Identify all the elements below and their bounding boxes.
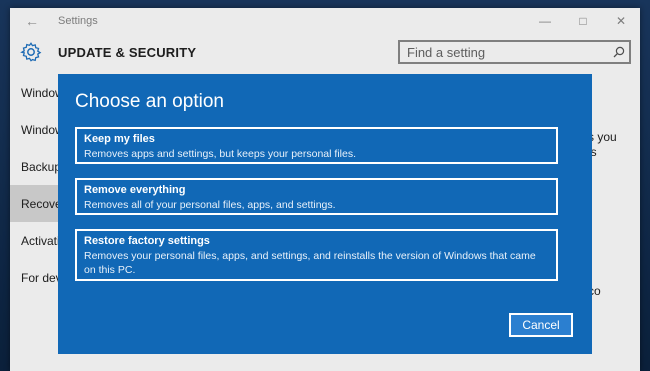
option-title: Remove everything xyxy=(84,184,186,196)
option-title: Keep my files xyxy=(84,133,155,145)
option-remove-everything[interactable]: Remove everything Removes all of your pe… xyxy=(75,178,558,215)
option-description: Removes all of your personal files, apps… xyxy=(84,199,336,211)
option-keep-my-files[interactable]: Keep my files Removes apps and settings,… xyxy=(75,127,558,164)
choose-option-dialog: Choose an option Keep my files Removes a… xyxy=(58,74,592,354)
cancel-button[interactable]: Cancel xyxy=(509,313,573,337)
option-restore-factory-settings[interactable]: Restore factory settings Removes your pe… xyxy=(75,229,558,281)
option-title: Restore factory settings xyxy=(84,235,210,247)
dialog-title: Choose an option xyxy=(75,91,224,112)
option-description: Removes apps and settings, but keeps you… xyxy=(84,148,356,160)
option-description: Removes your personal files, apps, and s… xyxy=(84,250,536,276)
